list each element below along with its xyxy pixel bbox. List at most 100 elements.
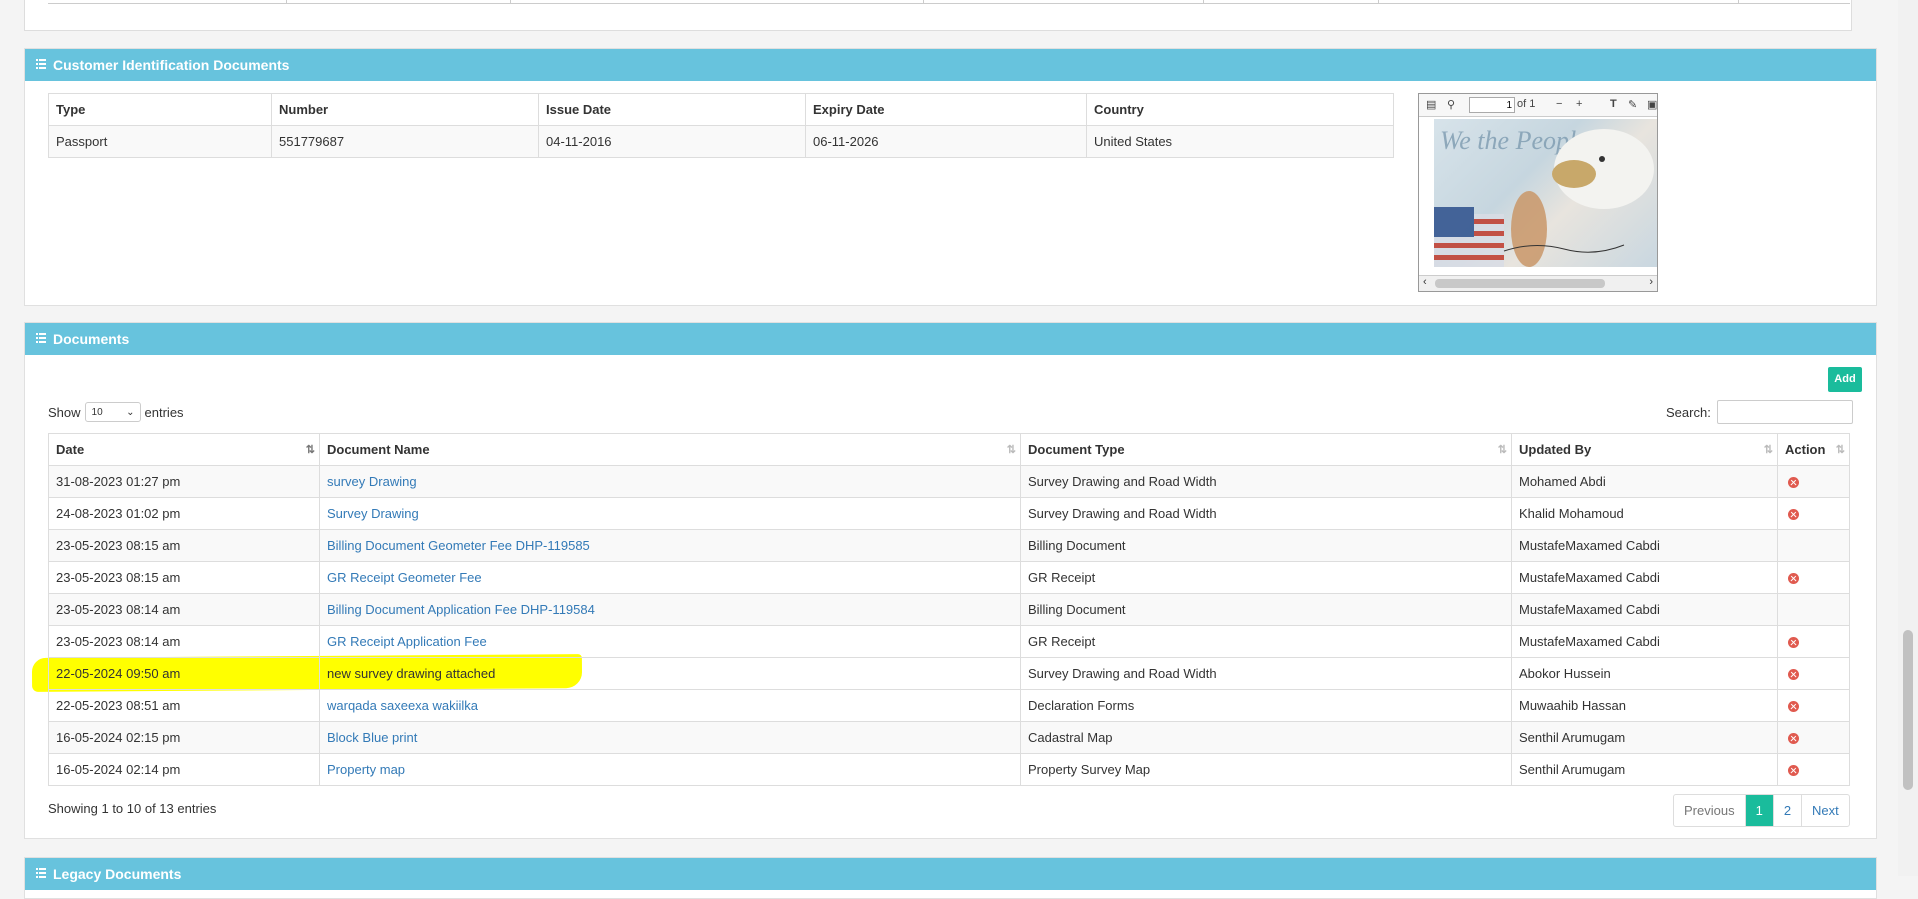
table-row: 16-05-2024 02:14 pm Property map Property … (48, 753, 1850, 786)
table-header-row: Type Number Issue Date Expiry Date Count… (48, 93, 1394, 126)
cell-updated-by: MustafeMaxamed Cabdi (1511, 593, 1778, 626)
sort-desc-icon: ⇅ (305, 444, 315, 456)
page-scrollbar[interactable] (1898, 0, 1918, 876)
cell-date-text: 31-08-2023 01:27 pm (56, 474, 181, 489)
pen-icon[interactable]: ✎ (1628, 98, 1637, 111)
search-label: Search: (1666, 404, 1711, 420)
delete-icon[interactable] (1788, 701, 1799, 713)
col-document-type[interactable]: Document Type ⇅ (1020, 433, 1512, 466)
delete-icon[interactable] (1788, 509, 1799, 521)
document-link[interactable]: survey Drawing (327, 474, 417, 489)
cell-document-name: Billing Document Geometer Fee DHP-119585 (319, 529, 1021, 562)
sidebar-toggle-icon[interactable]: ▤ (1426, 98, 1436, 111)
col-date[interactable]: Date ⇅ (48, 433, 320, 466)
cell-date: 23-05-2023 08:15 am (48, 529, 320, 562)
pdf-horizontal-scrollbar[interactable]: ‹ › (1419, 275, 1657, 291)
scroll-left-icon[interactable]: ‹ (1423, 276, 1427, 288)
cell-country: United States (1086, 125, 1394, 158)
table-row: 16-05-2024 02:15 pm Block Blue print Cadas… (48, 721, 1850, 754)
col-issue-date: Issue Date (538, 93, 806, 126)
document-link[interactable]: warqada saxeexa wakiilka (327, 698, 478, 713)
document-link[interactable]: new survey drawing attached (327, 666, 495, 681)
pdf-viewer[interactable]: ▤ ⚲ of 1 − + T ✎ ▣ We the People (1418, 93, 1658, 292)
page-2-button[interactable]: 2 (1772, 795, 1801, 826)
list-icon (36, 59, 46, 69)
col-updated-by[interactable]: Updated By ⇅ (1511, 433, 1778, 466)
cell-date-text: 24-08-2023 01:02 pm (56, 506, 181, 521)
cell-updated-by-text: MustafeMaxamed Cabdi (1519, 602, 1660, 617)
cell-action (1777, 593, 1850, 626)
cell-document-name: GR Receipt Application Fee (319, 625, 1021, 658)
delete-icon[interactable] (1788, 637, 1799, 649)
documents-title: Documents (53, 331, 130, 347)
page-scroll-thumb[interactable] (1903, 630, 1913, 790)
page-size-select[interactable]: 10 ⌄ (84, 402, 141, 422)
cell-date-text: 23-05-2023 08:14 am (56, 602, 181, 617)
cell-date: 24-08-2023 01:02 pm (48, 497, 320, 530)
cell-document-type-text: Survey Drawing and Road Width (1028, 666, 1217, 681)
document-link[interactable]: Survey Drawing (327, 506, 419, 521)
add-document-button[interactable]: Add (1828, 367, 1862, 392)
delete-icon[interactable] (1788, 477, 1799, 489)
cell-action (1777, 721, 1850, 754)
document-link[interactable]: GR Receipt Application Fee (327, 634, 487, 649)
document-link[interactable]: Property map (327, 762, 405, 777)
cell-document-type: GR Receipt (1020, 561, 1512, 594)
delete-icon[interactable] (1788, 573, 1799, 585)
pdf-scroll-thumb[interactable] (1435, 279, 1605, 288)
table-row: 22-05-2024 09:50 am new survey drawing at… (48, 657, 1850, 690)
cell-document-type-text: Survey Drawing and Road Width (1028, 474, 1217, 489)
cell-updated-by: Mohamed Abdi (1511, 465, 1778, 498)
document-link[interactable]: GR Receipt Geometer Fee (327, 570, 482, 585)
page-size-control: Show 10 ⌄ entries (48, 402, 184, 422)
cell-updated-by-text: Khalid Mohamoud (1519, 506, 1624, 521)
cell-updated-by: Muwaahib Hassan (1511, 689, 1778, 722)
previous-button[interactable]: Previous (1674, 795, 1745, 826)
col-document-name[interactable]: Document Name ⇅ (319, 433, 1021, 466)
col-action[interactable]: Action ⇅ (1777, 433, 1850, 466)
page-1-button[interactable]: 1 (1744, 795, 1773, 826)
search-control: Search: (1666, 400, 1853, 424)
pdf-page-input[interactable] (1469, 97, 1515, 113)
delete-icon[interactable] (1788, 669, 1799, 681)
col-action-label: Action (1785, 442, 1826, 457)
document-link[interactable]: Billing Document Application Fee DHP-119… (327, 602, 595, 617)
table-row: 23-05-2023 08:15 am GR Receipt Geometer F… (48, 561, 1850, 594)
document-link[interactable]: Block Blue print (327, 730, 417, 745)
cell-document-type-text: Billing Document (1028, 538, 1126, 553)
zoom-in-icon[interactable]: + (1576, 98, 1582, 110)
cell-date: 16-05-2024 02:14 pm (48, 753, 320, 786)
col-number: Number (271, 93, 539, 126)
cell-document-type-text: Declaration Forms (1028, 698, 1135, 713)
cell-document-type-text: Property Survey Map (1028, 762, 1151, 777)
table-info: Showing 1 to 10 of 13 entries (48, 801, 217, 816)
sort-icon: ⇅ (1835, 444, 1845, 456)
col-type: Type (48, 93, 272, 126)
table-row: 23-05-2023 08:14 am GR Receipt Applicatio… (48, 625, 1850, 658)
zoom-out-icon[interactable]: − (1556, 98, 1562, 110)
cell-document-type: Billing Document (1020, 593, 1512, 626)
delete-icon[interactable] (1788, 733, 1799, 745)
next-button[interactable]: Next (1801, 795, 1849, 826)
show-label: Show (48, 404, 81, 420)
text-tool-icon[interactable]: T (1610, 98, 1617, 110)
col-date-label: Date (56, 442, 85, 457)
cell-action (1777, 497, 1850, 530)
cell-updated-by: Senthil Arumugam (1511, 753, 1778, 786)
cell-document-name: GR Receipt Geometer Fee (319, 561, 1021, 594)
delete-icon[interactable] (1788, 765, 1799, 777)
search-input[interactable] (1716, 400, 1853, 424)
scroll-right-icon[interactable]: › (1649, 276, 1653, 288)
cell-updated-by-text: Muwaahib Hassan (1519, 698, 1626, 713)
entries-label: entries (144, 404, 184, 420)
document-link[interactable]: Billing Document Geometer Fee DHP-119585 (327, 538, 590, 553)
customer-id-header: Customer Identification Documents (25, 49, 1876, 81)
search-icon[interactable]: ⚲ (1447, 98, 1455, 111)
col-document-type-label: Document Type (1028, 442, 1125, 457)
sort-icon: ⇅ (1006, 444, 1016, 456)
cell-updated-by: Senthil Arumugam (1511, 721, 1778, 754)
previous-table-bottom (24, 0, 1852, 31)
cell-date-text: 23-05-2023 08:14 am (56, 634, 181, 649)
passport-page-image: We the People (1434, 119, 1657, 267)
image-tool-icon[interactable]: ▣ (1647, 98, 1657, 111)
